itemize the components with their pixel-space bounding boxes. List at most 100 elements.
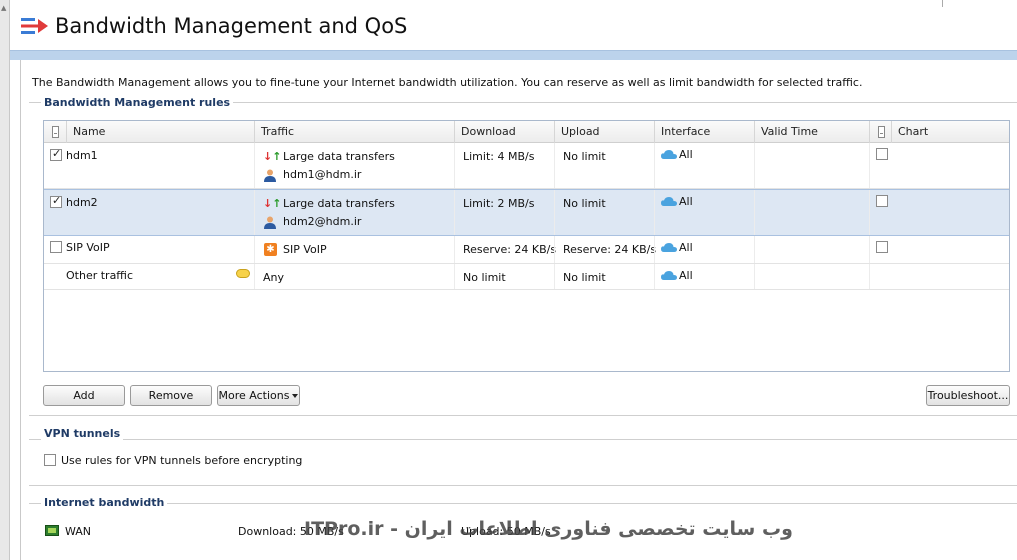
rule-enabled-checkbox[interactable] xyxy=(50,194,62,208)
column-header-traffic[interactable]: Traffic xyxy=(254,121,454,143)
up-down-arrows-icon: ↓↑ xyxy=(263,150,282,163)
download-value: Limit: 2 MB/s xyxy=(463,197,535,210)
traffic-user: hdm2@hdm.ir xyxy=(283,215,362,228)
upload-cell: Reserve: 24 KB/s xyxy=(554,236,657,263)
main-content: The Bandwidth Management allows you to f… xyxy=(20,60,1017,560)
chart-cell xyxy=(869,264,1009,289)
traffic-cell: ↓↑ Large data transfers hdm2@hdm.ir xyxy=(254,190,454,235)
download-cell: Limit: 4 MB/s xyxy=(454,143,554,188)
table-row[interactable]: Other traffic Any No limit No limit All xyxy=(44,264,1009,290)
chart-checkbox[interactable] xyxy=(876,241,888,253)
chart-cell xyxy=(869,143,1009,188)
cloud-icon xyxy=(661,150,677,159)
chart-cell xyxy=(869,236,1009,263)
rule-name: SIP VoIP xyxy=(66,241,110,254)
column-header-download[interactable]: Download xyxy=(454,121,554,143)
troubleshoot-button[interactable]: Troubleshoot... xyxy=(926,385,1010,406)
column-header-valid-time[interactable]: Valid Time xyxy=(754,121,869,143)
cloud-icon xyxy=(661,197,677,206)
valid-time-cell xyxy=(754,143,869,188)
upload-value: No limit xyxy=(563,150,606,163)
collapse-arrow-icon[interactable]: ▲ xyxy=(1,4,6,12)
traffic-type: Large data transfers xyxy=(283,197,395,210)
chart-cell xyxy=(869,190,1009,235)
enabled-column-header[interactable] xyxy=(44,121,66,143)
page-description: The Bandwidth Management allows you to f… xyxy=(32,76,863,89)
table-row[interactable]: hdm1 ↓↑ Large data transfers hdm1@hdm.ir… xyxy=(44,143,1009,189)
chart-checkbox[interactable] xyxy=(876,195,888,207)
interface-cell: All xyxy=(654,264,754,289)
column-header-name[interactable]: Name xyxy=(66,121,254,143)
left-panel-strip: ▲ xyxy=(0,0,10,560)
user-icon xyxy=(264,169,276,182)
upload-value: No limit xyxy=(563,197,606,210)
rule-enabled-checkbox[interactable] xyxy=(50,241,62,253)
column-header-interface[interactable]: Interface xyxy=(654,121,754,143)
upload-value: Reserve: 24 KB/s xyxy=(563,243,657,256)
more-actions-label: More Actions xyxy=(218,389,290,402)
table-row[interactable]: hdm2 ↓↑ Large data transfers hdm2@hdm.ir… xyxy=(44,189,1009,236)
upload-cell: No limit xyxy=(554,143,654,188)
column-header-chart[interactable]: Chart xyxy=(891,121,1009,143)
upload-cell: No limit xyxy=(554,264,654,289)
interface-cell: All xyxy=(654,190,754,235)
rule-name: hdm1 xyxy=(66,149,98,162)
vpn-rules-label[interactable]: Use rules for VPN tunnels before encrypt… xyxy=(61,454,302,467)
network-card-icon xyxy=(45,525,59,536)
download-value: Limit: 4 MB/s xyxy=(463,150,535,163)
chart-checkbox[interactable] xyxy=(876,148,888,160)
traffic-type: SIP VoIP xyxy=(283,243,327,256)
rule-enabled-checkbox[interactable] xyxy=(50,147,62,161)
download-value: Reserve: 24 KB/s xyxy=(463,243,557,256)
user-icon xyxy=(264,216,276,229)
cloud-icon xyxy=(661,271,677,280)
traffic-type: Large data transfers xyxy=(283,150,395,163)
download-cell: Limit: 2 MB/s xyxy=(454,190,554,235)
title-bar: Bandwidth Management and QoS xyxy=(10,0,1017,50)
traffic-cell: ↓↑ Large data transfers hdm1@hdm.ir xyxy=(254,143,454,188)
rules-fieldset-bottom xyxy=(29,415,1017,416)
divider xyxy=(942,0,943,7)
interface-value: All xyxy=(679,241,693,254)
more-actions-button[interactable]: More Actions xyxy=(217,385,300,406)
chart-checkbox-column-header[interactable] xyxy=(869,121,891,143)
checkbox-column-icon xyxy=(878,126,885,138)
traffic-cell: Any xyxy=(254,264,454,289)
traffic-user: hdm1@hdm.ir xyxy=(283,168,362,181)
vpn-rules-checkbox[interactable] xyxy=(44,454,56,466)
header-separator-bar xyxy=(10,50,1017,60)
page-title: Bandwidth Management and QoS xyxy=(55,14,408,38)
checkbox-column-icon xyxy=(52,126,59,138)
rule-name: Other traffic xyxy=(66,269,133,282)
column-header-upload[interactable]: Upload xyxy=(554,121,654,143)
rules-table-header: Name Traffic Download Upload Interface V… xyxy=(44,121,1009,143)
traffic-type: Any xyxy=(263,271,285,284)
valid-time-cell xyxy=(754,264,869,289)
download-value: No limit xyxy=(463,271,506,284)
traffic-cell: ✱ SIP VoIP xyxy=(254,236,454,263)
download-cell: No limit xyxy=(454,264,554,289)
vpn-fieldset-bottom xyxy=(29,485,1017,486)
interface-value: All xyxy=(679,148,693,161)
watermark-text: ITPro.ir - وب سایت تخصصی فناوری اطلاعات … xyxy=(304,518,793,540)
interface-cell: All xyxy=(654,143,754,188)
rule-name: hdm2 xyxy=(66,196,98,209)
interface-value: All xyxy=(679,195,693,208)
vpn-fieldset-border xyxy=(29,439,1017,440)
internet-bandwidth-legend: Internet bandwidth xyxy=(41,496,168,509)
comment-bubble-icon[interactable] xyxy=(236,269,250,278)
interface-cell: All xyxy=(654,236,754,263)
vpn-tunnels-legend: VPN tunnels xyxy=(41,427,124,440)
add-button[interactable]: Add xyxy=(43,385,125,406)
upload-cell: No limit xyxy=(554,190,654,235)
voip-icon: ✱ xyxy=(264,243,277,256)
interface-value: All xyxy=(679,269,693,282)
table-row[interactable]: SIP VoIP ✱ SIP VoIP Reserve: 24 KB/s Res… xyxy=(44,236,1009,264)
download-cell: Reserve: 24 KB/s xyxy=(454,236,557,263)
upload-value: No limit xyxy=(563,271,606,284)
remove-button[interactable]: Remove xyxy=(130,385,212,406)
rules-table: Name Traffic Download Upload Interface V… xyxy=(43,120,1010,372)
cloud-icon xyxy=(661,243,677,252)
valid-time-cell xyxy=(754,190,869,235)
wan-interface-name: WAN xyxy=(65,525,92,538)
